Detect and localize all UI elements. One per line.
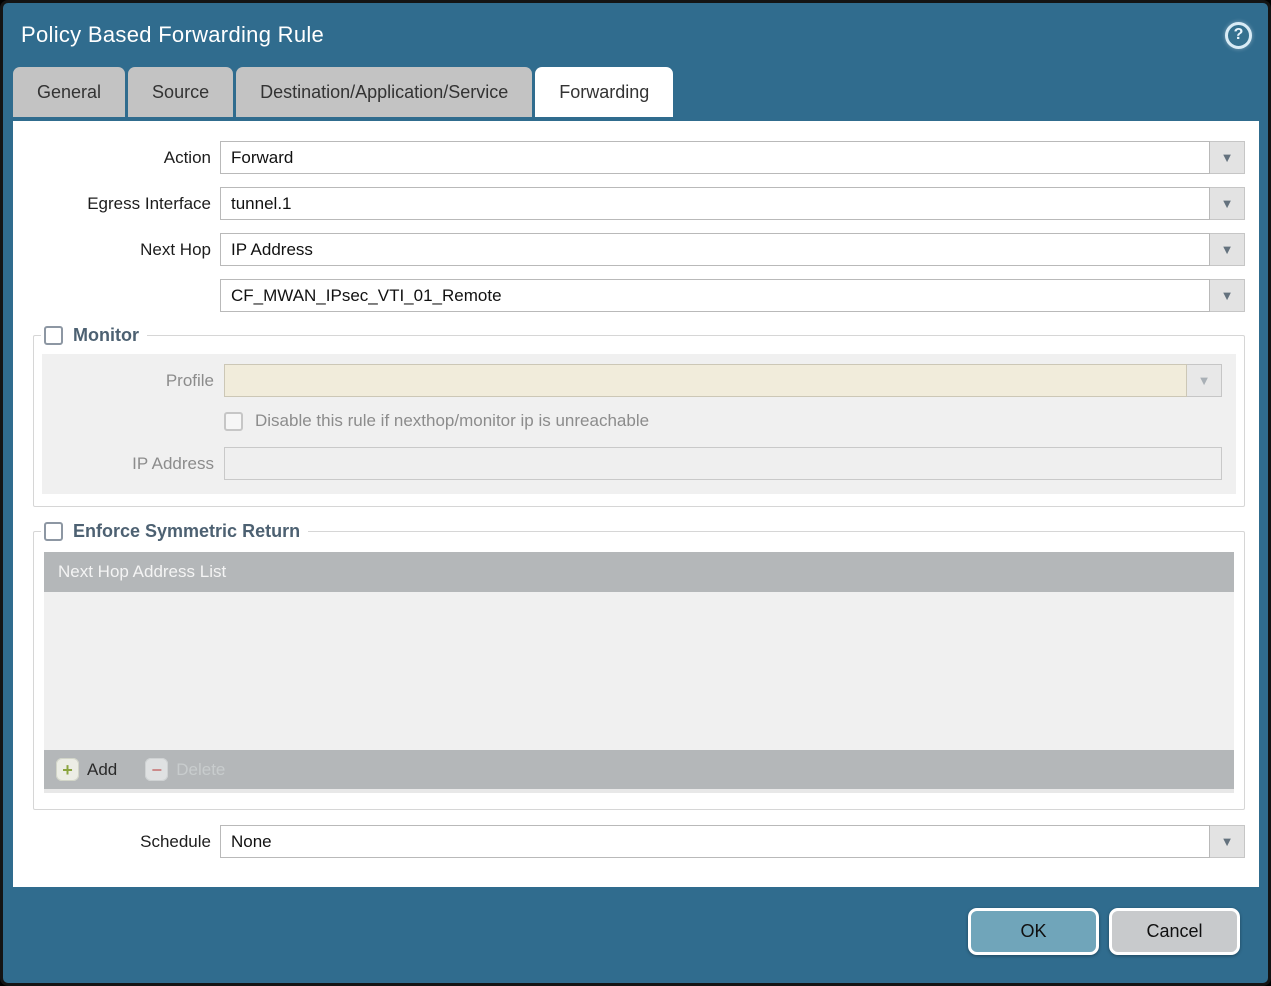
chevron-down-icon: ▼	[1220, 288, 1234, 303]
next-hop-address-dropdown-button[interactable]: ▼	[1210, 279, 1245, 312]
chevron-down-icon: ▼	[1220, 196, 1234, 211]
next-hop-address-row: CF_MWAN_IPsec_VTI_01_Remote ▼	[13, 279, 1259, 312]
profile-value	[224, 364, 1187, 397]
plus-icon: +	[56, 758, 79, 781]
next-hop-address-list-header: Next Hop Address List	[44, 552, 1234, 592]
disable-rule-label: Disable this rule if nexthop/monitor ip …	[255, 411, 650, 430]
monitor-legend: Monitor	[41, 325, 147, 346]
disable-rule-row: Disable this rule if nexthop/monitor ip …	[224, 411, 1236, 431]
enforce-symmetric-return-title: Enforce Symmetric Return	[73, 521, 301, 541]
next-hop-address-combobox: CF_MWAN_IPsec_VTI_01_Remote ▼	[220, 279, 1245, 312]
egress-interface-dropdown-button[interactable]: ▼	[1210, 187, 1245, 220]
next-hop-type-value[interactable]: IP Address	[220, 233, 1210, 266]
action-combobox: Forward ▼	[220, 141, 1245, 174]
monitor-checkbox[interactable]	[44, 326, 63, 345]
pbf-rule-dialog: Policy Based Forwarding Rule ? General S…	[0, 0, 1271, 986]
action-dropdown-button[interactable]: ▼	[1210, 141, 1245, 174]
monitor-ip-address-row: IP Address	[42, 447, 1236, 480]
tab-general[interactable]: General	[13, 67, 126, 117]
profile-combobox: ▼	[224, 364, 1222, 397]
next-hop-address-value[interactable]: CF_MWAN_IPsec_VTI_01_Remote	[220, 279, 1210, 312]
chevron-down-icon: ▼	[1220, 242, 1234, 257]
add-button-label: Add	[87, 759, 118, 779]
tab-bar: General Source Destination/Application/S…	[3, 67, 1268, 117]
add-button[interactable]: + Add	[56, 758, 117, 781]
help-icon[interactable]: ?	[1225, 21, 1252, 49]
action-row: Action Forward ▼	[13, 141, 1259, 174]
ok-button[interactable]: OK	[968, 908, 1099, 955]
egress-interface-value[interactable]: tunnel.1	[220, 187, 1210, 220]
disable-rule-checkbox	[224, 411, 243, 431]
next-hop-address-list-table: Next Hop Address List + Add − Delete	[44, 552, 1234, 793]
minus-icon: −	[145, 758, 169, 781]
monitor-section: Monitor Profile ▼ Disable this rule if n…	[33, 325, 1245, 507]
action-label: Action	[163, 147, 211, 167]
monitor-ip-address-field-wrap	[224, 447, 1222, 480]
dialog-footer: OK Cancel	[3, 881, 1268, 983]
tab-panel-forwarding: Action Forward ▼ Egress Interface tunnel…	[13, 121, 1259, 887]
delete-button-label: Delete	[176, 759, 226, 779]
profile-label: Profile	[165, 370, 214, 390]
monitor-ip-address-label: IP Address	[132, 453, 214, 473]
chevron-down-icon: ▼	[1220, 834, 1234, 849]
action-value[interactable]: Forward	[220, 141, 1210, 174]
next-hop-type-combobox: IP Address ▼	[220, 233, 1245, 266]
tab-source[interactable]: Source	[128, 67, 234, 117]
tab-forwarding[interactable]: Forwarding	[535, 67, 674, 117]
egress-interface-label: Egress Interface	[87, 193, 211, 213]
monitor-title: Monitor	[73, 325, 139, 345]
next-hop-address-list-body[interactable]	[44, 592, 1234, 750]
monitor-ip-address-field	[224, 447, 1222, 480]
profile-row: Profile ▼	[42, 364, 1236, 397]
schedule-combobox: None ▼	[220, 825, 1245, 858]
next-hop-address-list-toolbar: + Add − Delete	[44, 750, 1234, 789]
cancel-button[interactable]: Cancel	[1109, 908, 1240, 955]
next-hop-type-dropdown-button[interactable]: ▼	[1210, 233, 1245, 266]
tab-destination-application-service[interactable]: Destination/Application/Service	[236, 67, 533, 117]
enforce-symmetric-return-legend: Enforce Symmetric Return	[41, 521, 308, 542]
egress-interface-row: Egress Interface tunnel.1 ▼	[13, 187, 1259, 220]
schedule-row: Schedule None ▼	[13, 825, 1259, 858]
enforce-symmetric-return-section: Enforce Symmetric Return Next Hop Addres…	[33, 521, 1245, 810]
chevron-down-icon: ▼	[1220, 150, 1234, 165]
schedule-label: Schedule	[140, 831, 211, 851]
titlebar: Policy Based Forwarding Rule ?	[3, 3, 1268, 67]
schedule-dropdown-button[interactable]: ▼	[1210, 825, 1245, 858]
chevron-down-icon: ▼	[1197, 373, 1211, 388]
dialog-title: Policy Based Forwarding Rule	[21, 22, 325, 47]
next-hop-row: Next Hop IP Address ▼	[13, 233, 1259, 266]
enforce-symmetric-return-checkbox[interactable]	[44, 522, 63, 541]
monitor-panel: Profile ▼ Disable this rule if nexthop/m…	[42, 354, 1236, 494]
next-hop-label: Next Hop	[140, 239, 211, 259]
delete-button: − Delete	[145, 758, 225, 781]
schedule-value[interactable]: None	[220, 825, 1210, 858]
egress-interface-combobox: tunnel.1 ▼	[220, 187, 1245, 220]
profile-dropdown-button: ▼	[1187, 364, 1222, 397]
